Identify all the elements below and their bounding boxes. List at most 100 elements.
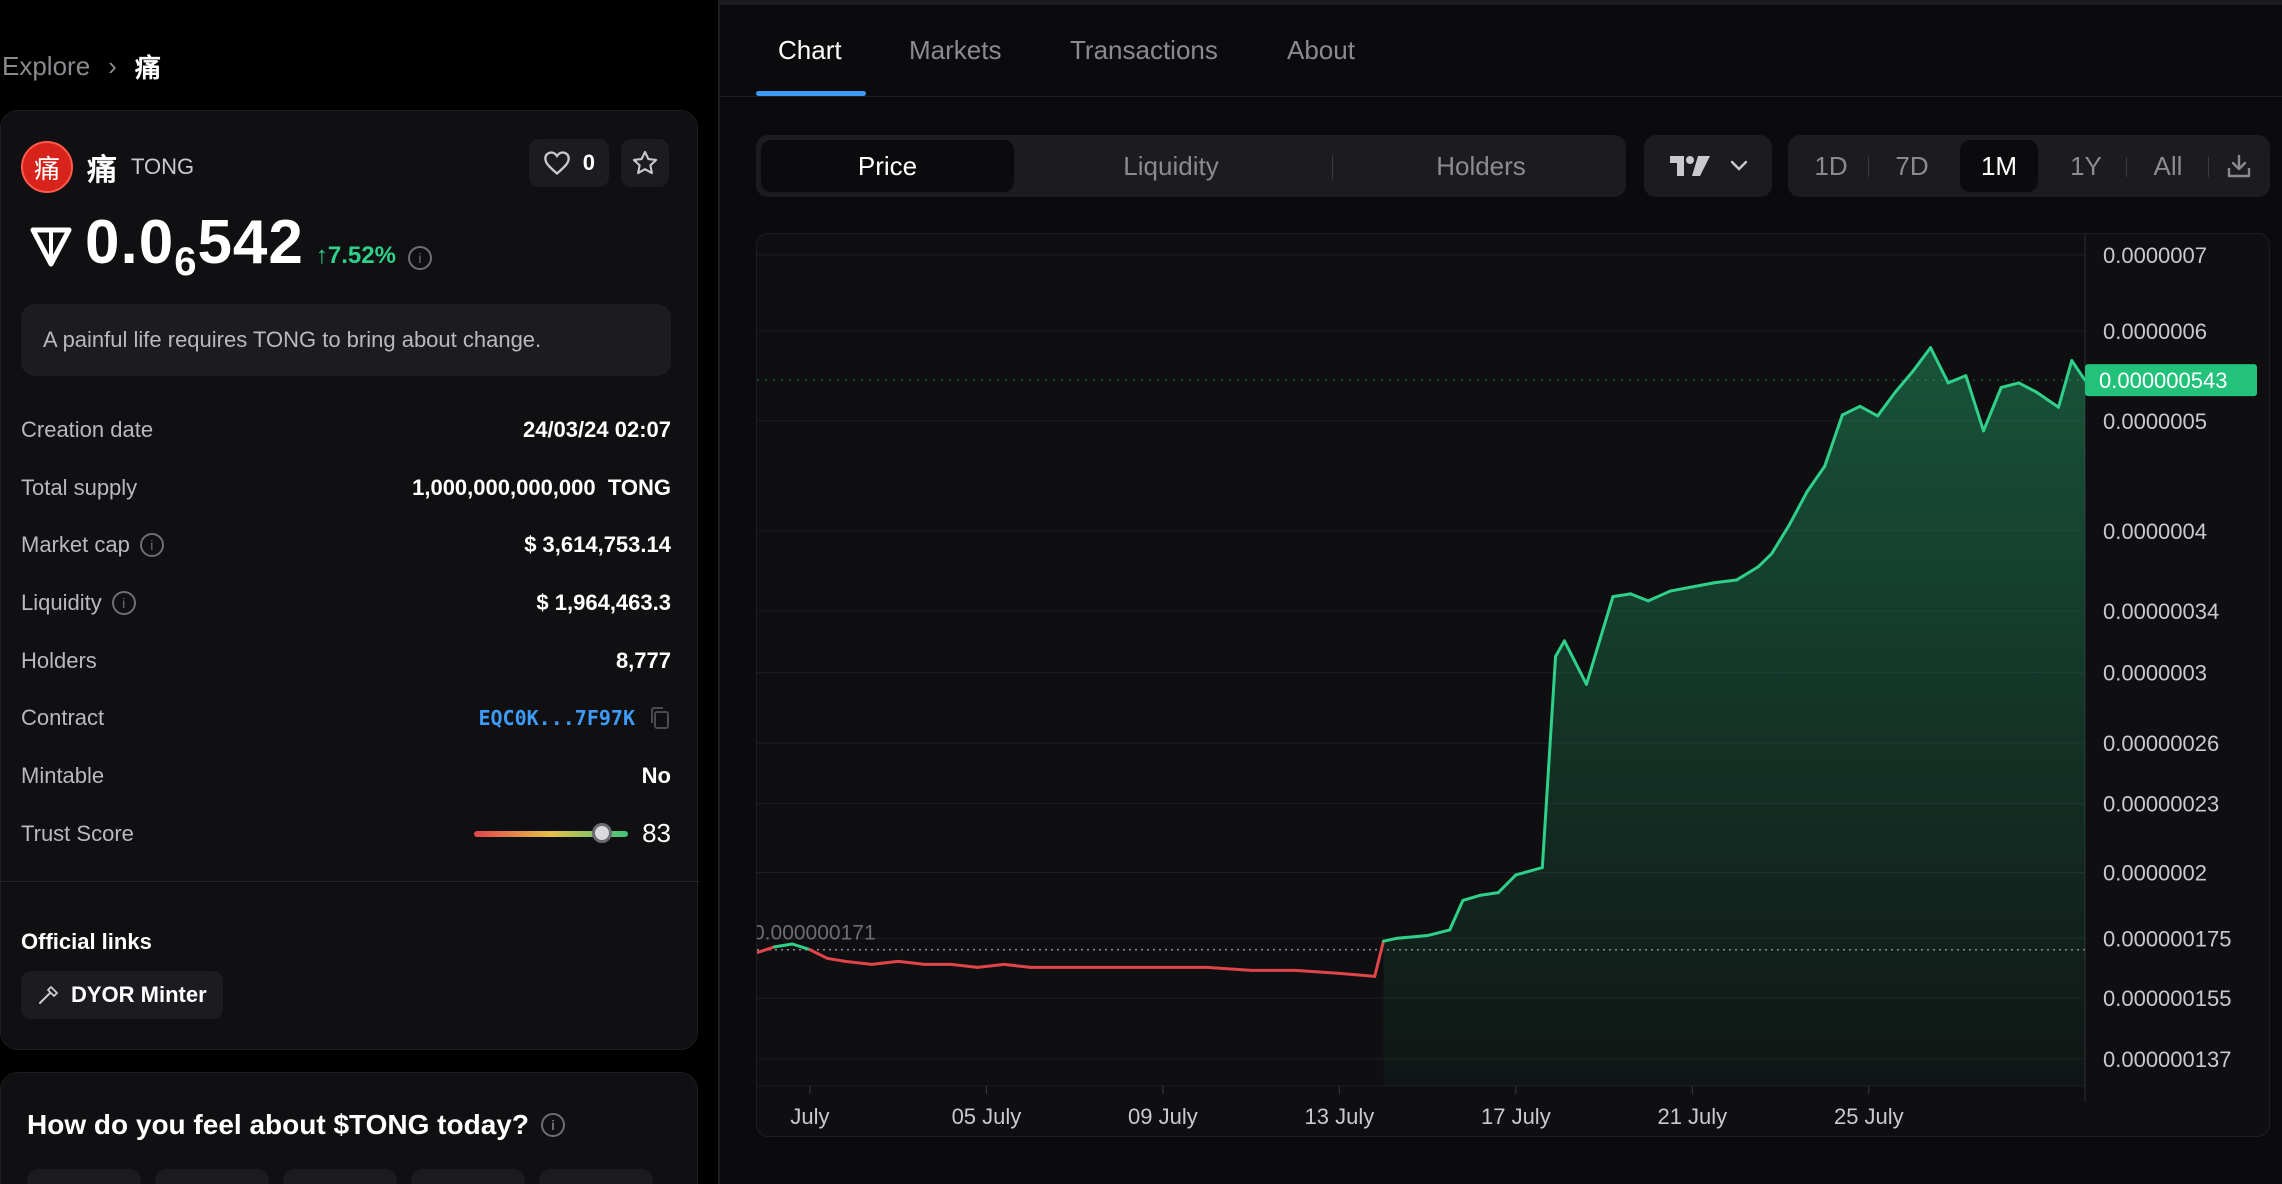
price-point [1929, 346, 1931, 348]
price-point [1771, 552, 1773, 554]
price-point [1554, 655, 1556, 657]
x-tick-label: 17 July [1481, 1104, 1551, 1129]
range-1y[interactable]: 1Y [2048, 140, 2124, 192]
stat-creation-date: Creation date 24/03/24 02:07 [21, 416, 671, 442]
price-point [2071, 359, 2073, 361]
price-line-segment [790, 942, 812, 952]
price-line-segment [1002, 962, 1033, 969]
y-tick-label: 0.000000137 [2103, 1047, 2231, 1072]
copy-icon[interactable] [649, 706, 671, 730]
token-card: 痛 痛 TONG 0 0.06542 ↑7.52% i A painful li… [0, 110, 699, 1050]
range-7d[interactable]: 7D [1872, 140, 1952, 192]
price-point [1479, 894, 1481, 896]
x-tick-label: 13 July [1305, 1104, 1375, 1129]
tab-transactions[interactable]: Transactions [1070, 35, 1218, 66]
price-point [1497, 891, 1499, 893]
price-point [1462, 899, 1464, 901]
price-point [1373, 975, 1375, 977]
token-info-panel: Explore › 痛 痛 痛 TONG 0 0.06542 ↑7.52% i … [0, 0, 718, 1184]
contract-address-link[interactable]: EQC0K...7F97K [478, 706, 635, 730]
y-tick-label: 0.0000003 [2103, 661, 2207, 686]
token-price: 0.06542 [85, 208, 304, 284]
x-tick-label: 09 July [1128, 1104, 1198, 1129]
price-point [1515, 874, 1517, 876]
range-separator [1868, 157, 1869, 177]
price-line-segment [870, 959, 900, 966]
price-line-segment [808, 948, 830, 960]
segment-holders[interactable]: Holders [1356, 140, 1606, 192]
price-point [1585, 683, 1587, 685]
price-point [1448, 929, 1450, 931]
y-tick-label: 0.00000023 [2103, 792, 2219, 817]
download-button[interactable] [2212, 140, 2266, 192]
price-point [1073, 966, 1075, 968]
breadcrumb-current: 痛 [134, 53, 161, 83]
price-point [1003, 963, 1005, 965]
price-point [871, 963, 873, 965]
price-point [809, 949, 811, 951]
info-icon[interactable]: i [540, 1113, 565, 1137]
price-point [1876, 415, 1878, 417]
main-tabs: Chart Markets Transactions About [720, 5, 2282, 97]
token-logo: 痛 [21, 141, 73, 193]
price-row: 0.06542 ↑7.52% i [29, 207, 432, 285]
trust-score-knob [591, 822, 612, 843]
breadcrumb-explore[interactable]: Explore [2, 51, 90, 82]
sentiment-options [27, 1169, 653, 1184]
price-chart-canvas[interactable]: 0.0000007 0.0000006 0.0000005 0.0000004 0.00… [757, 234, 2270, 1137]
range-1m[interactable]: 1M [1960, 140, 2038, 192]
dyor-minter-link[interactable]: DYOR Minter [21, 971, 223, 1019]
price-line-segment [949, 962, 980, 969]
price-point [826, 957, 828, 959]
stat-holders: Holders 8,777 [21, 647, 671, 673]
tab-chart[interactable]: Chart [778, 35, 842, 66]
sentiment-option[interactable] [411, 1169, 525, 1184]
price-point [950, 963, 952, 965]
last-price-label: 0.000000543 [2099, 368, 2227, 393]
segment-price[interactable]: Price [761, 140, 1014, 192]
range-1d[interactable]: 1D [1796, 140, 1866, 192]
price-point [1250, 969, 1252, 971]
heart-icon [543, 151, 570, 176]
price-line-segment [757, 945, 777, 955]
range-all[interactable]: All [2130, 140, 2206, 192]
chevron-right-icon: › [108, 51, 117, 81]
price-point [844, 960, 846, 962]
price-point [1841, 414, 1843, 416]
like-button[interactable]: 0 [528, 139, 609, 187]
price-point [1713, 582, 1715, 584]
price-point [2018, 382, 2020, 384]
tab-markets[interactable]: Markets [909, 35, 1001, 66]
sentiment-option[interactable] [155, 1169, 269, 1184]
price-point [1691, 586, 1693, 588]
y-tick-label: 0.00000034 [2103, 599, 2219, 624]
price-line-segment [1293, 968, 1341, 975]
price-point [791, 943, 793, 945]
price-chart[interactable]: 0.0000007 0.0000006 0.0000005 0.0000004 0.00… [756, 233, 2270, 1137]
favorite-button[interactable] [621, 139, 669, 187]
info-icon[interactable]: i [407, 246, 432, 270]
tab-about[interactable]: About [1287, 35, 1355, 66]
price-point [1669, 590, 1671, 592]
price-point [2035, 391, 2037, 393]
sentiment-option[interactable] [283, 1169, 397, 1184]
price-point [773, 946, 775, 948]
token-actions: 0 [528, 139, 669, 187]
price-line-segment [1337, 971, 1377, 978]
x-tick-label: 21 July [1657, 1104, 1727, 1129]
chart-type-dropdown[interactable] [1644, 135, 1772, 197]
segment-liquidity[interactable]: Liquidity [1046, 140, 1296, 192]
sentiment-option[interactable] [27, 1169, 141, 1184]
info-icon[interactable]: i [111, 590, 136, 615]
sentiment-title: How do you feel about $TONG today? i [27, 1109, 565, 1141]
price-change: ↑7.52% [315, 242, 396, 269]
stat-market-cap: Market cap i $ 3,614,753.14 [21, 532, 671, 558]
price-line-segment [843, 959, 874, 966]
info-icon[interactable]: i [139, 533, 164, 558]
price-point [1859, 405, 1861, 407]
token-symbol: TONG [131, 154, 195, 179]
y-tick-label: 0.000000155 [2103, 986, 2231, 1011]
hammer-icon [39, 986, 58, 1004]
sentiment-option[interactable] [539, 1169, 653, 1184]
price-point [1206, 966, 1208, 968]
